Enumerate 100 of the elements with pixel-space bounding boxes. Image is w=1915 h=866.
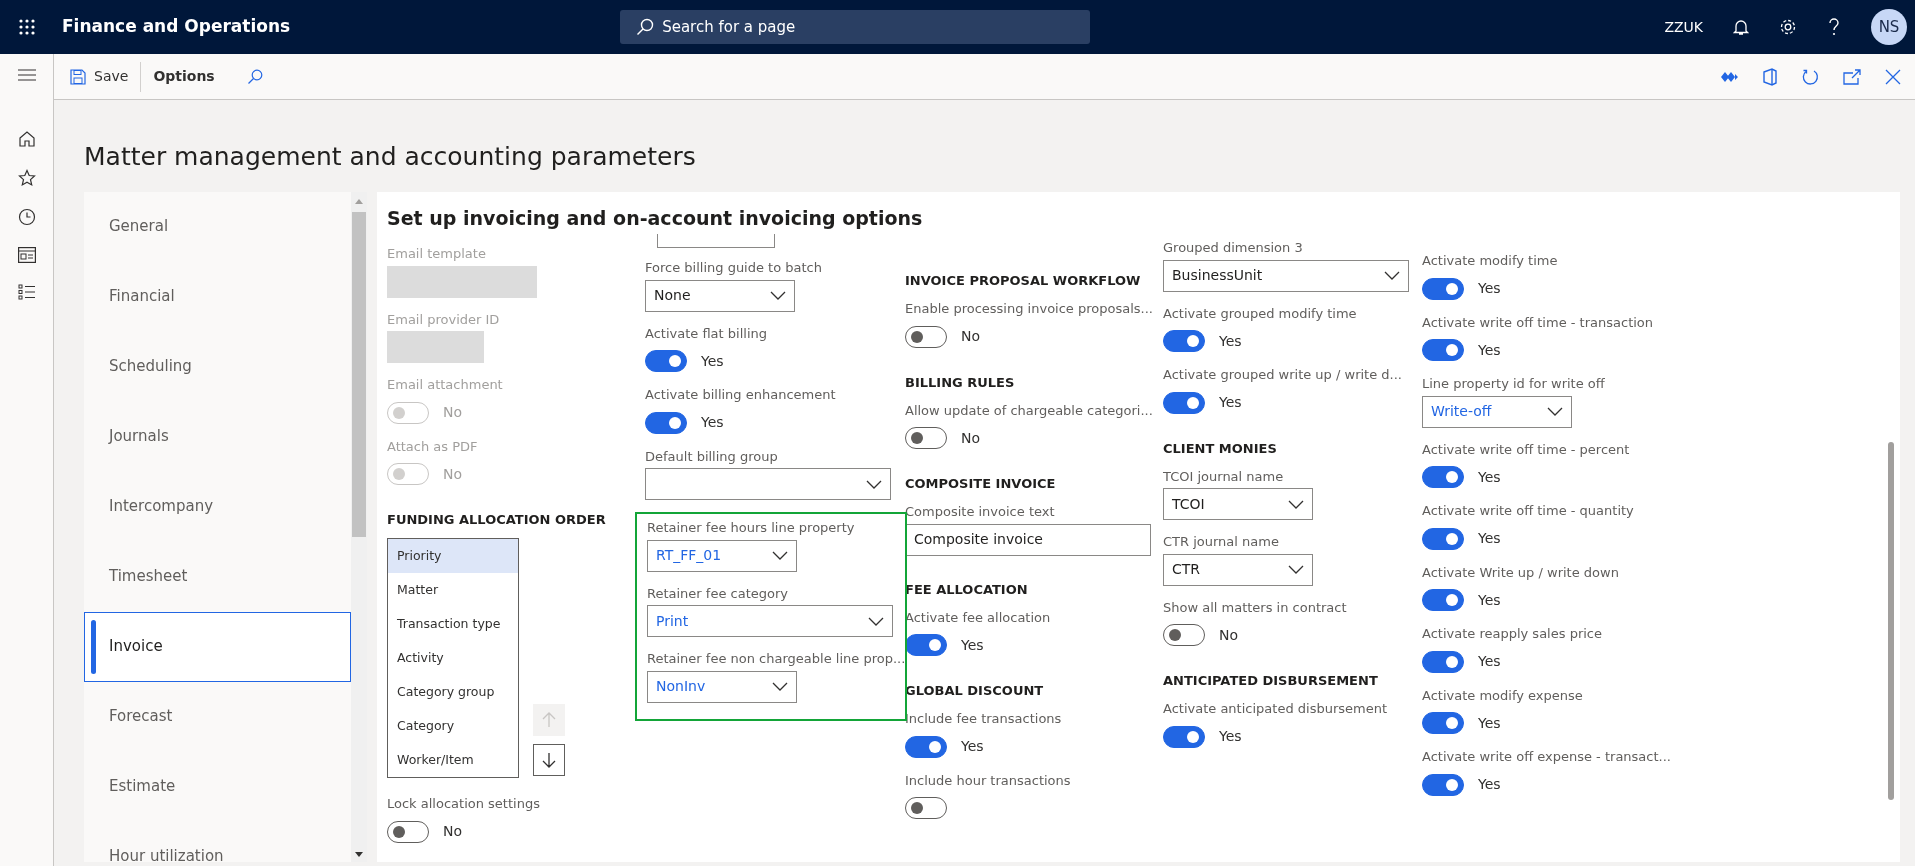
section-tab[interactable]: Financial <box>84 261 351 332</box>
save-button[interactable]: Save <box>62 62 137 91</box>
list-item[interactable]: Matter <box>388 573 518 607</box>
toggle-switch[interactable] <box>1422 773 1464 796</box>
section-tab[interactable]: Estimate <box>84 751 351 822</box>
toggle-switch[interactable] <box>1422 277 1464 300</box>
home-icon[interactable] <box>17 130 36 148</box>
toggle-switch[interactable] <box>905 735 947 758</box>
toggle-switch[interactable] <box>1163 725 1205 748</box>
section-tab[interactable]: Forecast <box>84 681 351 752</box>
toggle-value: Yes <box>1478 279 1501 298</box>
workspace-icon[interactable] <box>17 247 36 263</box>
toggle-switch[interactable] <box>645 350 687 372</box>
field-label: Activate reapply sales price <box>1422 625 1602 642</box>
toggle-value: No <box>443 464 463 484</box>
group-heading: INVOICE PROPOSAL WORKFLOW <box>905 272 1142 290</box>
toggle-switch[interactable] <box>905 325 947 348</box>
clock-icon[interactable] <box>17 208 36 226</box>
help-icon[interactable] <box>1827 17 1841 37</box>
toggle-value: Yes <box>1478 467 1501 487</box>
list-item[interactable]: Transaction type <box>388 607 518 641</box>
dropdown-field[interactable] <box>657 234 775 248</box>
field-label: Show all matters in contract <box>1163 598 1347 616</box>
list-item[interactable]: Category <box>388 709 518 743</box>
chevron-down-icon <box>772 682 788 691</box>
refresh-icon[interactable] <box>1801 67 1819 86</box>
star-icon[interactable] <box>17 169 36 187</box>
search-icon[interactable] <box>246 69 263 86</box>
field-label: Activate grouped modify time <box>1163 304 1357 322</box>
company-picker[interactable]: ZZUK <box>1664 16 1703 38</box>
arrow-down-icon <box>542 752 556 768</box>
field-label: Activate fee allocation <box>905 608 1051 626</box>
toggle-switch[interactable] <box>1422 339 1464 361</box>
toggle-switch[interactable] <box>1422 466 1464 488</box>
toggle-switch[interactable] <box>905 797 947 819</box>
field-label: Activate modify time <box>1422 252 1558 269</box>
toggle-switch[interactable] <box>1422 527 1464 550</box>
dropdown-field[interactable]: Print <box>647 605 893 637</box>
group-heading: GLOBAL DISCOUNT <box>905 682 1045 700</box>
toggle-switch[interactable] <box>1422 712 1464 734</box>
list-item[interactable]: Priority <box>388 539 518 573</box>
toggle-switch[interactable] <box>1163 391 1205 414</box>
dropdown-field[interactable]: CTR <box>1163 553 1313 586</box>
app-launcher-icon[interactable] <box>18 18 36 36</box>
dropdown-field[interactable]: BusinessUnit <box>1163 259 1409 292</box>
dropdown-field[interactable]: Write-off <box>1422 395 1572 428</box>
toggle-switch[interactable] <box>1422 589 1464 611</box>
toggle-value: Yes <box>1478 529 1501 548</box>
section-tab[interactable]: Journals <box>84 401 351 472</box>
field-label: Default billing group <box>645 447 778 465</box>
field-label: Composite invoice text <box>905 503 1055 520</box>
section-tab[interactable]: Timesheet <box>84 541 351 612</box>
field-label: Activate write off time - percent <box>1422 440 1630 458</box>
toggle-value: No <box>1219 625 1239 645</box>
toggle-switch[interactable] <box>1163 330 1205 352</box>
toggle-switch[interactable] <box>387 820 429 843</box>
field-label: Activate billing enhancement <box>645 386 836 403</box>
toggle-value: Yes <box>1478 652 1501 671</box>
input-field[interactable]: Composite invoice <box>905 523 1151 556</box>
field-label: CTR journal name <box>1163 533 1279 550</box>
section-tab[interactable]: Hour utilization <box>84 821 351 862</box>
bell-icon[interactable] <box>1733 18 1749 36</box>
toggle-switch[interactable] <box>1163 624 1205 646</box>
dropdown-field[interactable]: NonInv <box>647 670 797 703</box>
field-label: Attach as PDF <box>387 437 478 455</box>
field-label: Retainer fee hours line property <box>647 519 855 536</box>
search-field[interactable]: Search for a page <box>620 10 1091 44</box>
move-down-button[interactable] <box>533 744 565 776</box>
settings-icon[interactable] <box>1779 18 1797 36</box>
toggle-switch[interactable] <box>645 411 687 434</box>
dropdown-field[interactable]: None <box>645 279 795 312</box>
scrollbar-thumb[interactable] <box>1888 441 1894 800</box>
close-icon[interactable] <box>1885 68 1901 85</box>
list-item[interactable]: Worker/Item <box>388 743 518 777</box>
chevron-down-icon <box>770 291 786 300</box>
list-icon[interactable] <box>17 284 36 300</box>
chevron-down-icon <box>772 551 788 560</box>
list-item[interactable]: Activity <box>388 641 518 675</box>
section-tab[interactable]: Invoice <box>84 611 351 682</box>
user-avatar[interactable]: NS <box>1871 9 1907 45</box>
options-tab[interactable]: Options <box>145 62 223 91</box>
section-title: Set up invoicing and on-account invoicing options <box>387 205 924 231</box>
toggle-switch[interactable] <box>905 427 947 449</box>
toggle-switch[interactable] <box>905 634 947 656</box>
toggle-value: Yes <box>701 413 724 432</box>
dropdown-field[interactable]: TCOI <box>1163 488 1313 520</box>
list-item[interactable]: Category group <box>388 675 518 709</box>
diamonds-icon[interactable] <box>1721 70 1739 83</box>
field-label: Lock allocation settings <box>387 795 540 812</box>
dropdown-field[interactable] <box>645 468 891 500</box>
toggle-value: No <box>961 327 981 346</box>
dropdown-field[interactable]: RT_FF_01 <box>647 539 797 572</box>
section-tab[interactable]: General <box>84 191 351 262</box>
toggle-switch[interactable] <box>1422 650 1464 673</box>
section-tab[interactable]: Intercompany <box>84 471 351 542</box>
open-in-new-window-icon[interactable] <box>1843 68 1861 85</box>
toggle-value: No <box>443 822 463 841</box>
menu-icon[interactable] <box>17 68 36 82</box>
section-tab[interactable]: Scheduling <box>84 331 351 402</box>
field-label: Line property id for write off <box>1422 375 1605 392</box>
